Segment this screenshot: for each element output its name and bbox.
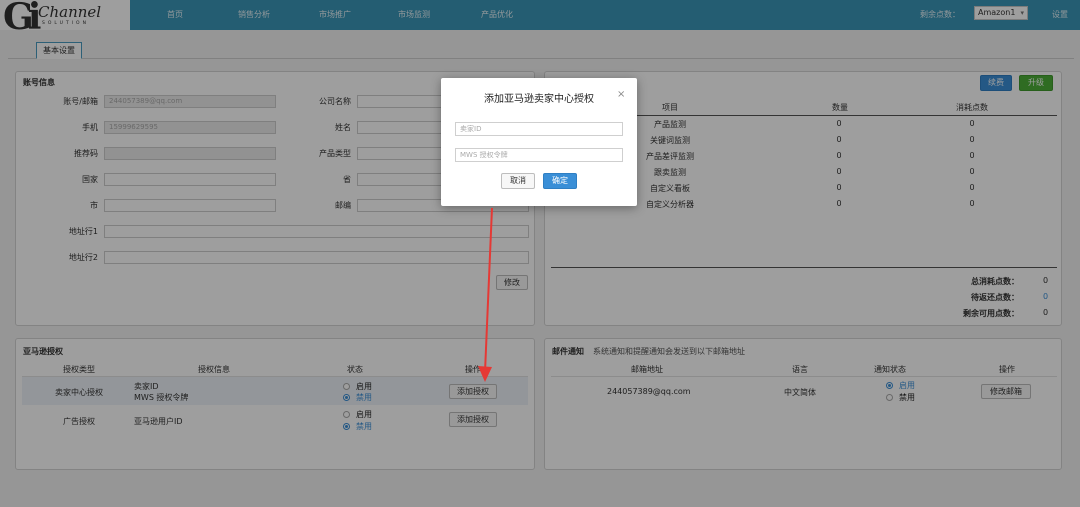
annotation-arrow-icon [478,207,493,382]
